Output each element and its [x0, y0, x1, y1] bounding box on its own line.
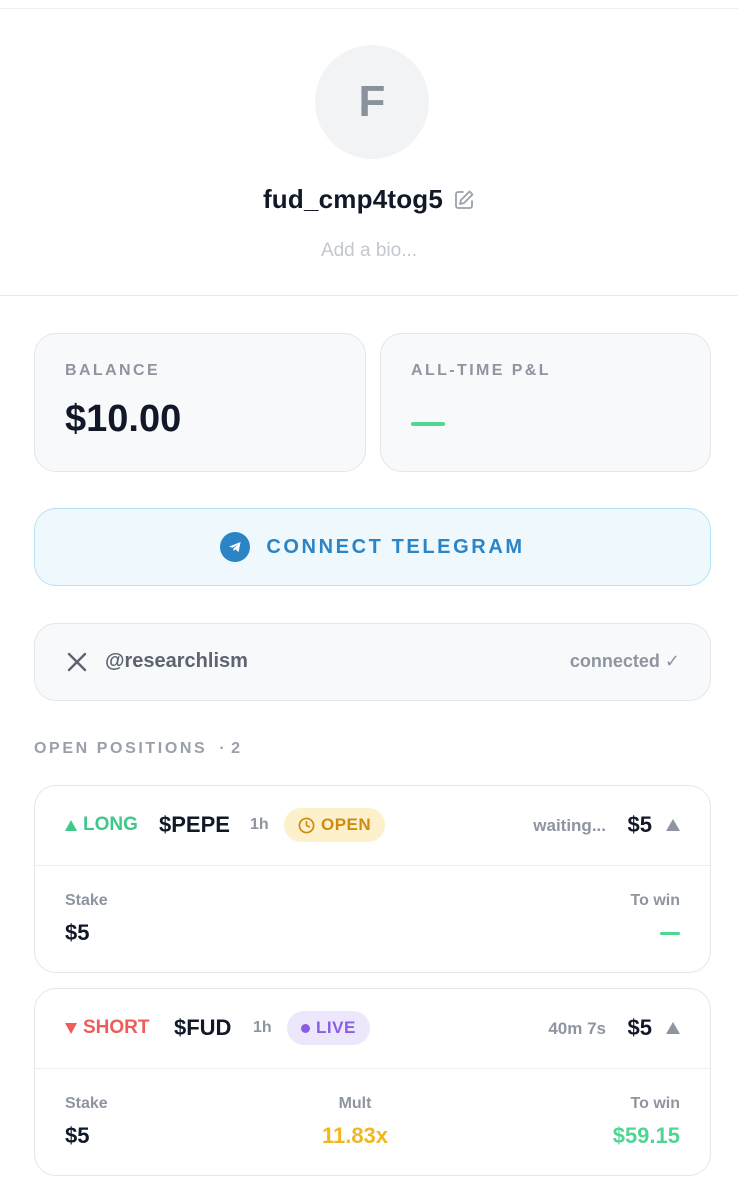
avatar[interactable]: F [315, 45, 429, 159]
badge-label: LIVE [316, 1018, 356, 1037]
caret-up-icon[interactable] [666, 1022, 680, 1034]
stake-value: $5 [65, 920, 90, 945]
live-dot-icon [301, 1023, 310, 1033]
balance-card: BALANCE $10.00 [34, 333, 366, 472]
position-card[interactable]: SHORT $FUD 1h LIVE 40m 7s $5 Stake $5 Mu… [34, 988, 711, 1176]
mult-label: Mult [338, 1095, 372, 1112]
position-timer: 40m 7s [548, 1019, 606, 1038]
telegram-icon [220, 532, 251, 562]
badge-label: OPEN [321, 815, 372, 834]
position-timeframe: 1h [253, 1019, 272, 1036]
to-win-label: To win [630, 892, 680, 909]
position-direction: SHORT [65, 1017, 150, 1039]
profile-header: F fud_cmp4tog5 Add a bio... [0, 0, 738, 296]
to-win-value: $59.15 [612, 1123, 680, 1148]
pnl-card: ALL-TIME P&L [380, 333, 711, 472]
edit-icon[interactable] [453, 189, 475, 211]
position-header[interactable]: LONG $PEPE 1h OPEN waiting... $5 [35, 786, 710, 866]
direction-label: LONG [83, 814, 138, 835]
position-details: Stake $5 Mult 11.83x To win $59.15 [35, 1069, 710, 1175]
stake-label: Stake [65, 892, 108, 909]
position-card[interactable]: LONG $PEPE 1h OPEN waiting... $5 Stake $… [34, 785, 711, 973]
bio-field[interactable]: Add a bio... [0, 240, 738, 262]
position-ticker: $FUD [174, 1015, 232, 1040]
mult-value: 11.83x [321, 1123, 389, 1148]
position-ticker: $PEPE [159, 812, 230, 837]
position-details: Stake $5 To win [35, 866, 710, 972]
triangle-down-icon [65, 1022, 77, 1034]
position-status: waiting... [533, 816, 606, 835]
direction-label: SHORT [83, 1017, 150, 1038]
position-amount: $5 [627, 1015, 652, 1040]
clock-icon [298, 817, 315, 833]
position-header[interactable]: SHORT $FUD 1h LIVE 40m 7s $5 [35, 989, 710, 1069]
position-amount: $5 [627, 812, 652, 837]
pnl-empty-dash [411, 422, 445, 426]
triangle-up-icon [65, 819, 77, 831]
x-account-card[interactable]: @researchlism connected ✓ [34, 623, 711, 701]
username: fud_cmp4tog5 [262, 184, 444, 214]
balance-value: $10.00 [65, 398, 182, 440]
connect-telegram-button[interactable]: CONNECT TELEGRAM [34, 508, 711, 586]
status-badge: LIVE [287, 1011, 370, 1045]
avatar-initial: F [358, 77, 386, 126]
to-win-label: To win [630, 1095, 680, 1112]
open-positions-count: · 2 [219, 740, 241, 757]
x-connected-status: connected ✓ [569, 651, 680, 671]
pnl-label: ALL-TIME P&L [411, 362, 551, 379]
x-logo-icon [65, 650, 89, 674]
position-direction: LONG [65, 814, 138, 836]
status-badge: OPEN [284, 808, 386, 842]
username-row: fud_cmp4tog5 [0, 184, 738, 215]
open-positions-title: OPEN POSITIONS · 2 [34, 740, 241, 758]
caret-up-icon[interactable] [666, 819, 680, 831]
connect-telegram-label: CONNECT TELEGRAM [266, 535, 525, 558]
open-positions-label: OPEN POSITIONS [34, 740, 208, 757]
to-win-empty-dash [660, 932, 680, 935]
x-handle: @researchlism [105, 650, 248, 672]
position-timeframe: 1h [250, 816, 269, 833]
balance-label: BALANCE [65, 362, 161, 379]
